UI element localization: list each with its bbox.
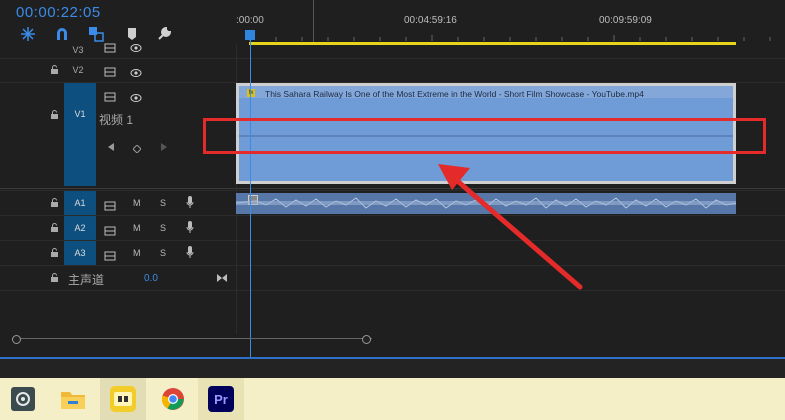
filmstrip-icon[interactable] [104,198,116,211]
settings-app-icon [11,387,35,411]
ruler-label-end: 00:09:59:09 [599,15,652,26]
solo-button[interactable]: S [160,223,166,233]
track-name-a2: A2 [74,223,86,233]
solo-button[interactable]: S [160,248,166,258]
playhead-line[interactable] [250,40,251,358]
lock-icon[interactable] [50,248,59,257]
premiere-pro-icon: Pr [208,386,234,412]
timecode-display[interactable]: 00:00:22:05 [16,4,101,21]
linked-selection-icon[interactable] [88,26,104,42]
track-target-a1[interactable]: A1 [64,191,96,215]
lock-icon[interactable] [50,273,59,282]
annotation-arrow [438,164,583,290]
filmstrip-icon[interactable] [104,248,116,261]
taskbar-file-explorer[interactable] [50,378,96,420]
track-v2: V2 [0,59,236,82]
track-target-a2[interactable]: A2 [64,216,96,240]
master-track-label: 主声道 [68,273,105,287]
fx-badge[interactable]: fx [247,89,255,97]
track-name-v2[interactable]: V2 [64,65,92,75]
row-divider [0,290,785,291]
track-target-v1[interactable]: V1 [64,83,96,186]
track-name-a3: A3 [74,248,86,258]
scrollbar-left-handle[interactable] [12,335,21,344]
filmstrip-icon[interactable] [104,223,116,236]
lock-icon[interactable] [50,198,59,207]
add-keyframe-icon[interactable] [132,140,142,158]
track-v1: V1 视频 1 [0,83,236,188]
time-ruler[interactable]: :00:00 00:04:59:16 00:09:59:09 [236,0,785,44]
ruler-label-start: :00:00 [236,15,264,26]
lock-icon[interactable] [50,110,59,119]
eye-icon[interactable] [130,90,142,102]
ruler-ticks [249,35,771,41]
track-master: 主声道 0.0 [0,266,236,290]
filmstrip-icon[interactable] [104,89,116,102]
track-target-a3[interactable]: A3 [64,241,96,265]
mute-button[interactable]: M [133,248,141,258]
microphone-icon[interactable] [186,246,194,264]
lock-icon[interactable] [50,223,59,232]
scrollbar-track [12,338,372,339]
ruler-label-mid: 00:04:59:16 [404,15,457,26]
track-a1: A1 M S [0,191,236,215]
prev-keyframe-icon[interactable] [107,139,115,157]
snap-icon[interactable] [20,26,36,42]
wrench-icon[interactable] [156,26,172,42]
taskbar-yellow-app[interactable] [100,378,146,420]
track-name-a1: A1 [74,198,86,208]
scrollbar-right-handle[interactable] [362,335,371,344]
chrome-icon [161,388,184,410]
playhead-handle[interactable] [245,30,255,40]
panel-bottom [0,359,785,378]
track-name-v1: V1 [74,109,86,119]
yellow-app-icon [110,386,136,412]
track-a3: A3 M S [0,241,236,265]
filmstrip-icon[interactable] [104,64,116,77]
mute-button[interactable]: M [133,223,141,233]
track-label-v1: 视频 1 [99,113,134,127]
eye-icon[interactable] [130,40,142,52]
filmstrip-icon[interactable] [104,40,116,53]
track-v3: V3 [0,43,236,58]
microphone-icon[interactable] [186,196,194,214]
lock-icon[interactable] [50,65,59,74]
highlight-box [203,118,766,154]
track-name-v3[interactable]: V3 [64,45,92,55]
clip-title: This Sahara Railway Is One of the Most E… [265,89,644,99]
taskbar-premiere[interactable]: Pr [198,378,244,420]
master-volume-value[interactable]: 0.0 [144,273,158,284]
taskbar: Pr [0,378,785,420]
solo-button[interactable]: S [160,198,166,208]
file-explorer-icon [61,392,85,409]
eye-icon[interactable] [130,65,142,77]
track-a2: A2 M S [0,216,236,240]
taskbar-settings[interactable] [0,378,46,420]
work-area-bar[interactable] [249,42,736,45]
magnet-icon[interactable] [54,26,70,42]
mute-button[interactable]: M [133,198,141,208]
row-divider [0,188,785,189]
go-to-out-icon[interactable] [216,270,228,288]
microphone-icon[interactable] [186,221,194,239]
horizontal-scrollbar[interactable] [12,335,372,344]
ruler-divider [313,0,314,42]
taskbar-chrome[interactable] [150,378,196,420]
next-keyframe-icon[interactable] [160,139,168,157]
